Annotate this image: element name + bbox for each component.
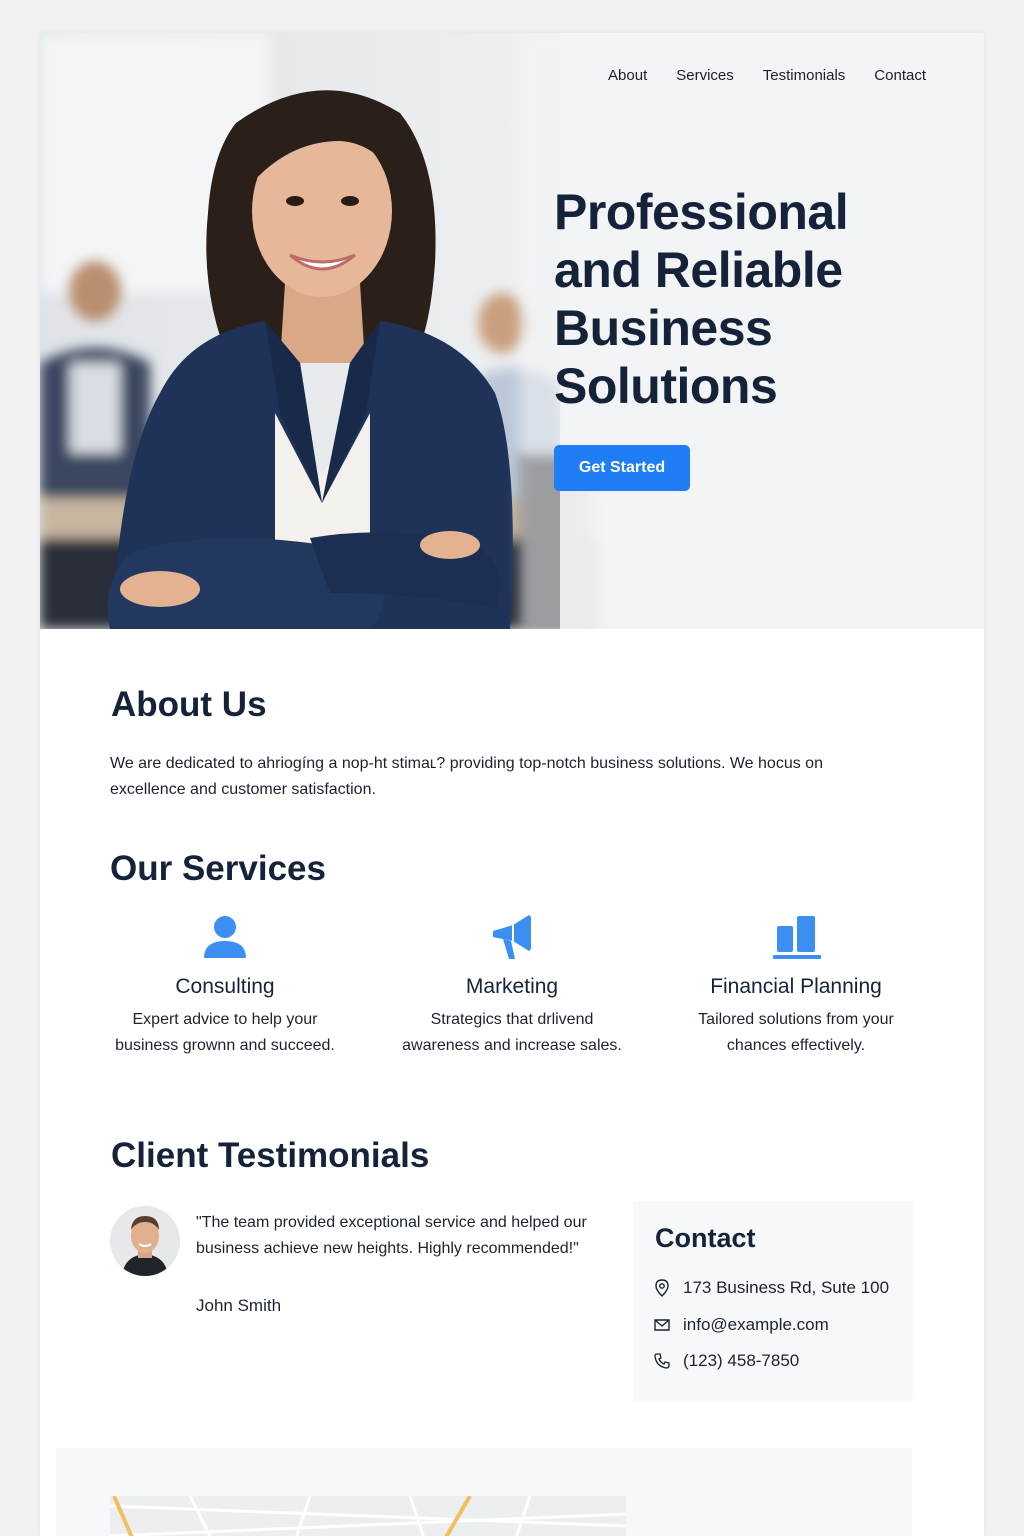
bar-chart-icon xyxy=(676,913,916,961)
nav-testimonials[interactable]: Testimonials xyxy=(763,67,846,84)
contact-title: Contact xyxy=(655,1223,756,1253)
get-started-button[interactable]: Get Started xyxy=(554,445,690,491)
megaphone-icon xyxy=(392,913,632,961)
service-card-consulting: Consulting Expert advice to help your bu… xyxy=(105,913,345,1059)
hero-title: Professional and Reliable Business Solut… xyxy=(554,184,849,414)
contact-phone-text[interactable]: (123) 458-7850 xyxy=(683,1351,799,1371)
avatar xyxy=(110,1206,180,1276)
contact-email[interactable]: info@example.com xyxy=(653,1315,829,1335)
top-nav: About Services Testimonials Contact xyxy=(608,67,926,84)
service-name: Consulting xyxy=(175,975,275,998)
page: About Services Testimonials Contact Prof… xyxy=(40,33,984,1536)
about-title: About Us xyxy=(111,685,267,724)
hero-section: About Services Testimonials Contact Prof… xyxy=(40,33,984,629)
service-name: Marketing xyxy=(465,975,559,998)
testimonial-author: John Smith xyxy=(196,1296,282,1315)
service-card-marketing: Marketing Strategics that drlivend aware… xyxy=(392,913,632,1059)
contact-email-text[interactable]: info@example.com xyxy=(683,1315,829,1335)
mail-icon xyxy=(654,1319,670,1331)
service-desc: Strategics that drlivend awareness and i… xyxy=(402,1011,622,1054)
map-section xyxy=(56,1448,912,1536)
testimonials-title: Client Testimonials xyxy=(111,1136,430,1175)
contact-address: 173 Business Rd, Sute 100 xyxy=(653,1278,889,1298)
service-card-financial-planning: Financial Planning Tailored solutions fr… xyxy=(676,913,916,1059)
service-desc: Tailored solutions from your chances eff… xyxy=(698,1011,894,1054)
person-icon xyxy=(105,913,345,961)
services-title: Our Services xyxy=(110,849,326,888)
location-pin-icon xyxy=(655,1279,669,1297)
nav-services[interactable]: Services xyxy=(676,67,734,84)
phone-icon xyxy=(654,1353,670,1369)
service-desc: Expert advice to help your business grow… xyxy=(115,1011,335,1054)
nav-about[interactable]: About xyxy=(608,67,647,84)
about-text: We are dedicated to ahriogíng a nop-ht s… xyxy=(110,755,823,798)
service-name: Financial Planning xyxy=(710,975,882,998)
nav-contact[interactable]: Contact xyxy=(874,67,926,84)
contact-address-text: 173 Business Rd, Sute 100 xyxy=(683,1278,890,1297)
contact-card: Contact 173 Business Rd, Sute 100 info@e… xyxy=(633,1201,913,1401)
map[interactable] xyxy=(110,1496,626,1536)
contact-phone[interactable]: (123) 458-7850 xyxy=(653,1351,799,1371)
testimonial-quote: "The team provided exceptional service a… xyxy=(196,1214,587,1257)
